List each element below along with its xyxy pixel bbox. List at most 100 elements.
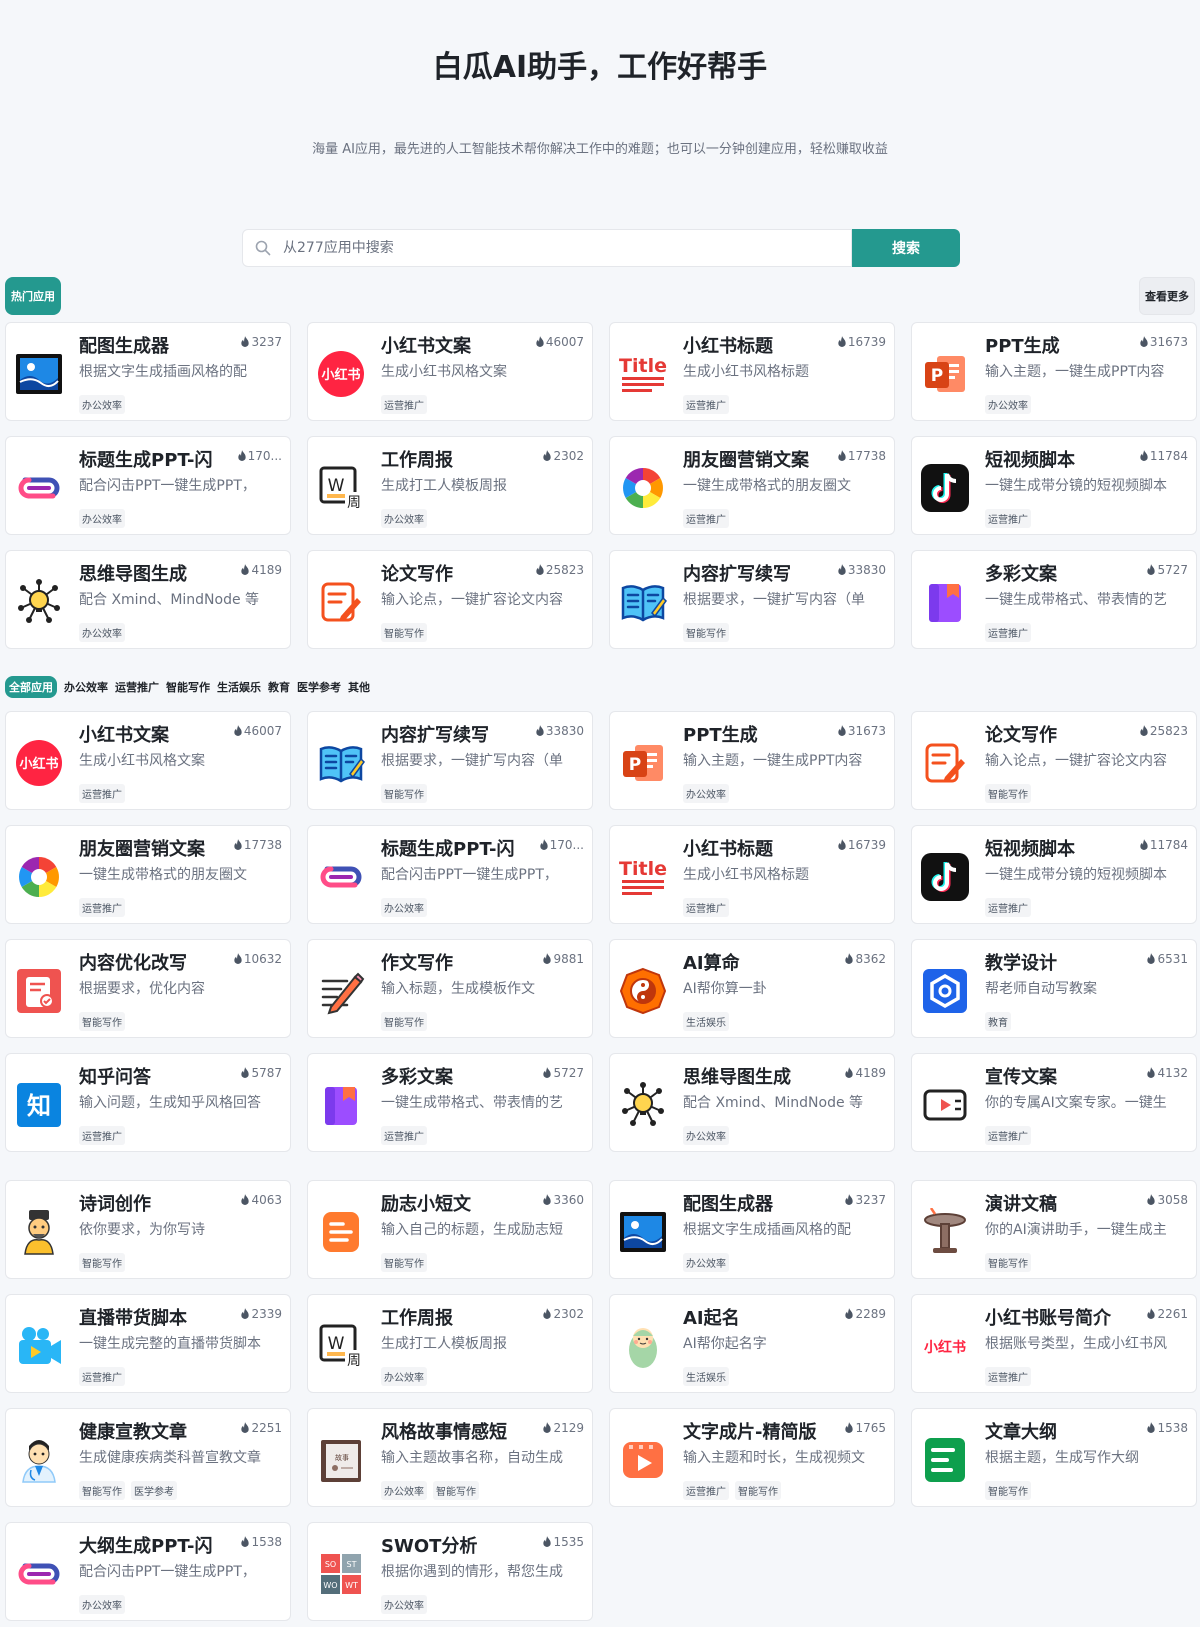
poet-icon: [14, 1207, 64, 1257]
fire-icon: [240, 1307, 250, 1321]
app-card[interactable]: 直播带货脚本 2339 一键生成完整的直播带货脚本 运营推广: [5, 1294, 291, 1393]
category-tab[interactable]: 生活娱乐: [217, 679, 261, 695]
page-title: 白瓜AI助手，工作好帮手: [432, 50, 768, 85]
usage-count-value: 1765: [855, 1421, 886, 1435]
category-tab[interactable]: 医学参考: [297, 679, 341, 695]
app-card[interactable]: Title 小红书标题 16739 生成小红书风格标题 运营推广: [609, 322, 895, 421]
app-card[interactable]: 短视频脚本 11784 一键生成带分镜的短视频脚本 运营推广: [911, 436, 1197, 535]
app-card[interactable]: 文章大纲 1538 根据主题，生成写作大纲 智能写作: [911, 1408, 1197, 1507]
app-card[interactable]: P PPT生成 31673 输入主题，一键生成PPT内容 办公效率: [911, 322, 1197, 421]
fire-icon: [233, 952, 243, 966]
app-card[interactable]: W 周工作周报 2302 生成打工人模板周报 办公效率: [307, 1294, 593, 1393]
app-card[interactable]: 标题生成PPT-闪 170... 配合闪击PPT一键生成PPT， 办公效率: [307, 825, 593, 924]
app-description: 一键生成带分镜的短视频脚本: [985, 478, 1167, 494]
fire-icon: [844, 1421, 854, 1435]
search-button[interactable]: 搜索: [852, 229, 960, 267]
usage-count: 25823: [522, 563, 584, 577]
app-card[interactable]: 宣传文案 4132 你的专属AI文案专家。一键生 运营推广: [911, 1053, 1197, 1152]
category-tag: 办公效率: [381, 1595, 427, 1614]
app-tags: 运营推广: [79, 1126, 125, 1145]
usage-count: 33830: [824, 563, 886, 577]
usage-count-value: 3058: [1157, 1193, 1188, 1207]
hot-apps-badge: 热门应用: [5, 277, 61, 315]
app-name: 工作周报: [381, 450, 453, 471]
app-card[interactable]: W 周工作周报 2302 生成打工人模板周报 办公效率: [307, 436, 593, 535]
app-card[interactable]: 思维导图生成 4189 配合 Xmind、MindNode 等办公效率: [5, 550, 291, 649]
app-card[interactable]: Title 小红书标题 16739 生成小红书风格标题 运营推广: [609, 825, 895, 924]
app-card[interactable]: SO ST WO WT SWOT分析 1535 根据你遇到的情形，帮您生成 办公效率: [307, 1522, 593, 1621]
app-card[interactable]: 励志小短文 3360 输入自己的标题，生成励志短 智能写作: [307, 1180, 593, 1279]
usage-count: 2339: [220, 1307, 282, 1321]
app-card[interactable]: 作文写作 9881 输入标题，生成模板作文 智能写作: [307, 939, 593, 1038]
app-card[interactable]: 论文写作 25823 输入论点，一键扩容论文内容 智能写作: [911, 711, 1197, 810]
category-tag: 运营推广: [985, 509, 1031, 528]
app-card[interactable]: 朋友圈营销文案 17738 一键生成带格式的朋友圈文 运营推广: [609, 436, 895, 535]
app-card[interactable]: AI起名 2289 AI帮你起名字 生活娱乐: [609, 1294, 895, 1393]
fire-icon: [1139, 724, 1149, 738]
see-more-button[interactable]: 查看更多: [1139, 277, 1195, 315]
app-card[interactable]: AI算命 8362 AI帮你算一卦 生活娱乐: [609, 939, 895, 1038]
category-tag: 运营推广: [683, 395, 729, 414]
app-tags: 智能写作: [381, 623, 427, 642]
app-name: 论文写作: [381, 564, 453, 585]
fire-icon: [535, 724, 545, 738]
app-card[interactable]: 多彩文案 5727 一键生成带格式、带表情的艺 运营推广: [307, 1053, 593, 1152]
category-tab[interactable]: 运营推广: [115, 679, 159, 695]
usage-count-value: 33830: [847, 563, 886, 577]
app-card[interactable]: 标题生成PPT-闪 170... 配合闪击PPT一键生成PPT， 办公效率: [5, 436, 291, 535]
title-icon: Title: [618, 349, 668, 399]
category-tag: 生活娱乐: [683, 1012, 729, 1031]
fire-icon: [844, 1066, 854, 1080]
app-card[interactable]: 内容扩写续写 33830 根据要求，一键扩写内容（单 智能写作: [609, 550, 895, 649]
book-icon: [618, 577, 668, 627]
doc-orange-icon: [316, 1207, 366, 1257]
category-tabs: 全部应用 办公效率 运营推广 智能写作 生活娱乐 教育 医学参考 其他: [5, 676, 370, 698]
app-card[interactable]: 多彩文案 5727 一键生成带格式、带表情的艺 运营推广: [911, 550, 1197, 649]
category-tab[interactable]: 智能写作: [166, 679, 210, 695]
app-card[interactable]: 朋友圈营销文案 17738 一键生成带格式的朋友圈文 运营推广: [5, 825, 291, 924]
svg-text:Title: Title: [619, 355, 667, 377]
category-tab[interactable]: 办公效率: [64, 679, 108, 695]
app-card[interactable]: P PPT生成 31673 输入主题，一键生成PPT内容 办公效率: [609, 711, 895, 810]
app-card[interactable]: 内容优化改写 10632 根据要求，优化内容 智能写作: [5, 939, 291, 1038]
app-card[interactable]: 短视频脚本 11784 一键生成带分镜的短视频脚本 运营推广: [911, 825, 1197, 924]
fire-icon: [240, 1066, 250, 1080]
app-card[interactable]: 文字成片-精简版 1765 输入主题和时长，生成视频文 运营推广 智能写作: [609, 1408, 895, 1507]
app-description: 生成小红书风格标题: [683, 867, 809, 883]
app-card[interactable]: 配图生成器 3237 根据文字生成插画风格的配 办公效率: [5, 322, 291, 421]
app-card[interactable]: 小红书 小红书文案 46007 生成小红书风格文案 运营推广: [307, 322, 593, 421]
fire-icon: [233, 838, 243, 852]
book-icon: [316, 738, 366, 788]
app-card[interactable]: 知 知乎问答 5787 输入问题，生成知乎风格回答 运营推广: [5, 1053, 291, 1152]
app-description: 根据文字生成插画风格的配: [683, 1222, 851, 1238]
app-card[interactable]: 教学设计 6531 帮老师自动写教案 教育: [911, 939, 1197, 1038]
app-card[interactable]: 大纲生成PPT-闪 1538 配合闪击PPT一键生成PPT， 办公效率: [5, 1522, 291, 1621]
usage-count-value: 2289: [855, 1307, 886, 1321]
fire-icon: [1146, 563, 1156, 577]
app-description: 输入主题和时长，生成视频文: [683, 1450, 865, 1466]
usage-count: 4189: [824, 1066, 886, 1080]
app-card[interactable]: 论文写作 25823 输入论点，一键扩容论文内容 智能写作: [307, 550, 593, 649]
app-card[interactable]: 健康宣教文章 2251 生成健康疾病类科普宣教文章 智能写作 医学参考: [5, 1408, 291, 1507]
app-name: 内容扩写续写: [381, 725, 489, 746]
category-tab[interactable]: 全部应用: [5, 676, 57, 698]
app-card[interactable]: 诗词创作 4063 依你要求，为你写诗 智能写作: [5, 1180, 291, 1279]
app-tags: 运营推广: [683, 509, 729, 528]
app-card[interactable]: 演讲文稿 3058 你的AI演讲助手，一键生成主 智能写作: [911, 1180, 1197, 1279]
app-card[interactable]: 小红书 小红书文案 46007 生成小红书风格文案 运营推广: [5, 711, 291, 810]
app-tags: 办公效率: [683, 1126, 729, 1145]
app-name: 文字成片-精简版: [683, 1422, 817, 1443]
app-tags: 智能写作: [381, 784, 427, 803]
app-card[interactable]: 内容扩写续写 33830 根据要求，一键扩写内容（单 智能写作: [307, 711, 593, 810]
usage-count-value: 5727: [1157, 563, 1188, 577]
category-tab[interactable]: 教育: [268, 679, 290, 695]
search-box[interactable]: [242, 229, 852, 267]
app-card[interactable]: 故事 风格故事情感短 2129 输入主题故事名称，自动生成 办公效率 智能写作: [307, 1408, 593, 1507]
search-input[interactable]: [283, 240, 843, 256]
app-card[interactable]: 小红书 小红书账号简介 2261 根据账号类型，生成小红书风 运营推广: [911, 1294, 1197, 1393]
category-tab[interactable]: 其他: [348, 679, 370, 695]
app-card[interactable]: 思维导图生成 4189 配合 Xmind、MindNode 等办公效率: [609, 1053, 895, 1152]
app-card[interactable]: 配图生成器 3237 根据文字生成插画风格的配 办公效率: [609, 1180, 895, 1279]
camera-icon: [14, 1321, 64, 1371]
usage-count-value: 25823: [545, 563, 584, 577]
